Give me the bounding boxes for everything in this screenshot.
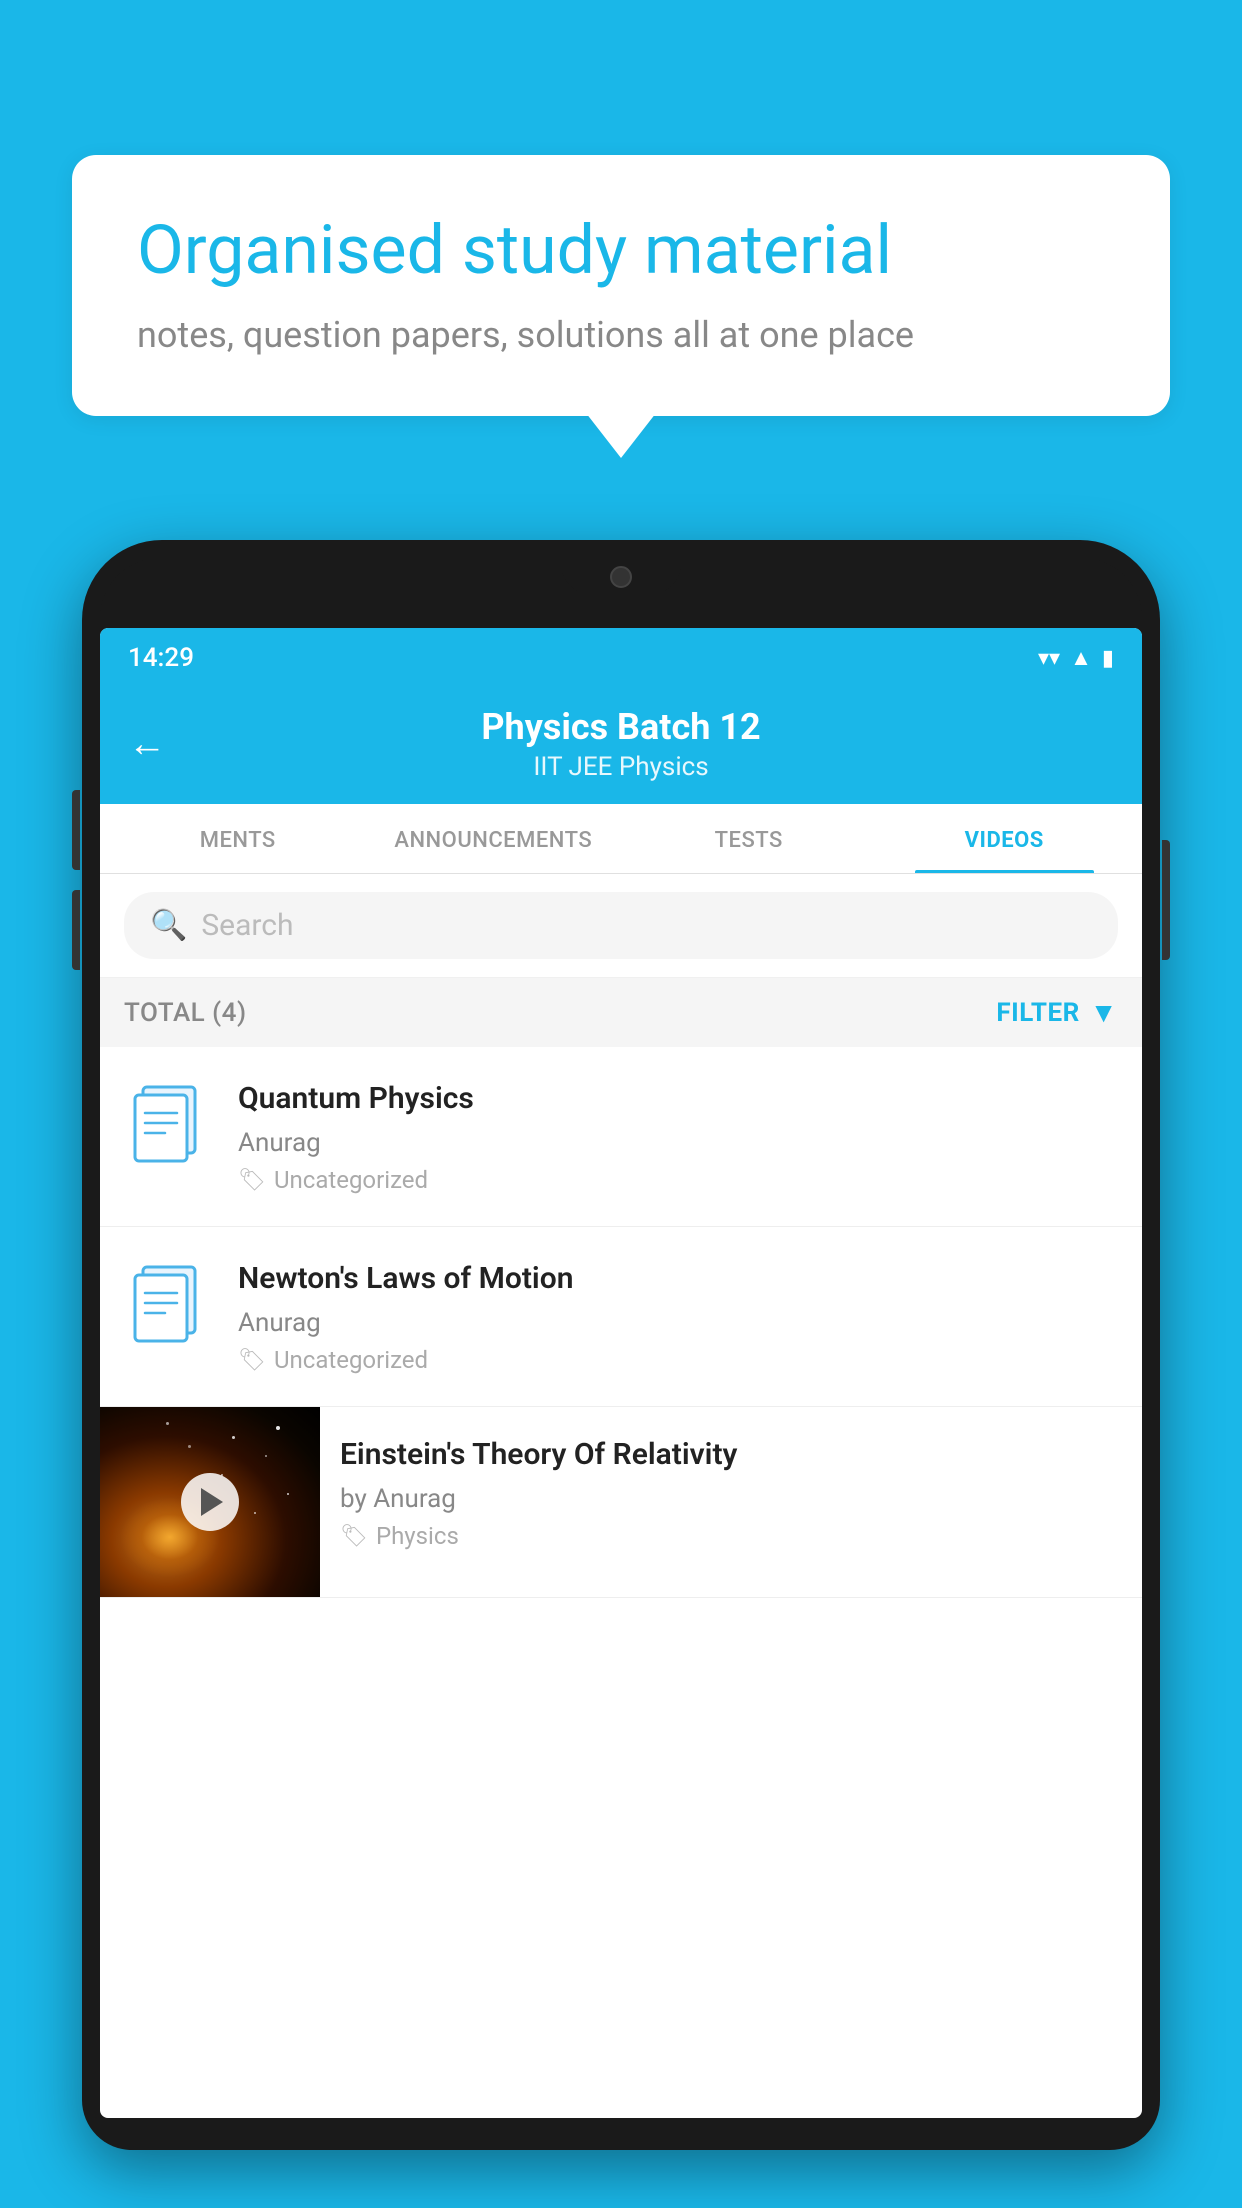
play-triangle-icon: [201, 1488, 223, 1516]
power-button[interactable]: [1162, 840, 1170, 960]
filter-label: FILTER: [996, 998, 1079, 1028]
search-bar[interactable]: 🔍 Search: [124, 892, 1118, 959]
tab-tests[interactable]: TESTS: [621, 804, 877, 873]
app-header: ← Physics Batch 12 IIT JEE Physics: [100, 688, 1142, 804]
wifi-icon: ▾▾: [1038, 646, 1060, 671]
battery-icon: ▮: [1102, 646, 1114, 671]
volume-down-button[interactable]: [72, 890, 80, 970]
tag-icon-2: 🏷: [238, 1348, 266, 1373]
video-tag-3: 🏷 Physics: [340, 1522, 1122, 1550]
signal-icon: ▲: [1070, 645, 1092, 671]
tag-icon-1: 🏷: [238, 1168, 266, 1193]
video-author-2: Anurag: [238, 1308, 1118, 1338]
total-count: TOTAL (4): [124, 998, 247, 1028]
search-icon: 🔍: [150, 908, 187, 943]
status-icons: ▾▾ ▲ ▮: [1038, 645, 1114, 671]
video-info-2: Newton's Laws of Motion Anurag 🏷 Uncateg…: [238, 1259, 1118, 1374]
video-item-1[interactable]: Quantum Physics Anurag 🏷 Uncategorized: [100, 1047, 1142, 1227]
status-time: 14:29: [128, 643, 194, 673]
filter-button[interactable]: FILTER ▼: [996, 996, 1118, 1029]
phone-top-bar: [100, 558, 1142, 628]
video-list: Quantum Physics Anurag 🏷 Uncategorized: [100, 1047, 1142, 1598]
video-tag-label-2: Uncategorized: [274, 1346, 428, 1374]
video-author-3: by Anurag: [340, 1484, 1122, 1514]
phone-outer: 14:29 ▾▾ ▲ ▮ ← Physics Batch 12 IIT JEE …: [82, 540, 1160, 2150]
header-title-group: Physics Batch 12 IIT JEE Physics: [186, 706, 1056, 782]
video-tag-label-3: Physics: [376, 1522, 459, 1550]
front-camera: [610, 566, 632, 588]
batch-subtitle: IIT JEE Physics: [186, 752, 1056, 782]
phone-wrapper: 14:29 ▾▾ ▲ ▮ ← Physics Batch 12 IIT JEE …: [82, 540, 1160, 2208]
tag-icon-3: 🏷: [340, 1524, 368, 1549]
back-button[interactable]: ←: [128, 722, 166, 766]
speech-bubble: Organised study material notes, question…: [72, 155, 1170, 416]
search-container: 🔍 Search: [100, 874, 1142, 978]
tab-announcements[interactable]: ANNOUNCEMENTS: [366, 804, 622, 873]
status-bar: 14:29 ▾▾ ▲ ▮: [100, 628, 1142, 688]
video-author-1: Anurag: [238, 1128, 1118, 1158]
video-title-1: Quantum Physics: [238, 1079, 1118, 1118]
video-file-icon-2: [124, 1259, 214, 1349]
video-title-3: Einstein's Theory Of Relativity: [340, 1435, 1122, 1474]
filter-funnel-icon: ▼: [1090, 996, 1118, 1029]
video-thumbnail-3: [100, 1407, 320, 1597]
speech-bubble-title: Organised study material: [137, 210, 1105, 292]
video-tag-2: 🏷 Uncategorized: [238, 1346, 1118, 1374]
video-item-3[interactable]: Einstein's Theory Of Relativity by Anura…: [100, 1407, 1142, 1598]
phone-notch: [561, 558, 681, 594]
speech-bubble-container: Organised study material notes, question…: [72, 155, 1170, 416]
filter-bar: TOTAL (4) FILTER ▼: [100, 978, 1142, 1047]
video-item-2[interactable]: Newton's Laws of Motion Anurag 🏷 Uncateg…: [100, 1227, 1142, 1407]
volume-up-button[interactable]: [72, 790, 80, 870]
video-tag-label-1: Uncategorized: [274, 1166, 428, 1194]
video-info-3: Einstein's Theory Of Relativity by Anura…: [320, 1407, 1142, 1578]
tab-bar: MENTS ANNOUNCEMENTS TESTS VIDEOS: [100, 804, 1142, 874]
search-placeholder-text: Search: [201, 908, 293, 943]
play-button[interactable]: [181, 1473, 239, 1531]
tab-ments[interactable]: MENTS: [110, 804, 366, 873]
tab-videos[interactable]: VIDEOS: [877, 804, 1133, 873]
phone-screen: 14:29 ▾▾ ▲ ▮ ← Physics Batch 12 IIT JEE …: [100, 628, 1142, 2118]
video-info-1: Quantum Physics Anurag 🏷 Uncategorized: [238, 1079, 1118, 1194]
video-title-2: Newton's Laws of Motion: [238, 1259, 1118, 1298]
speech-bubble-subtitle: notes, question papers, solutions all at…: [137, 314, 1105, 356]
batch-title: Physics Batch 12: [186, 706, 1056, 748]
video-file-icon-1: [124, 1079, 214, 1169]
video-tag-1: 🏷 Uncategorized: [238, 1166, 1118, 1194]
